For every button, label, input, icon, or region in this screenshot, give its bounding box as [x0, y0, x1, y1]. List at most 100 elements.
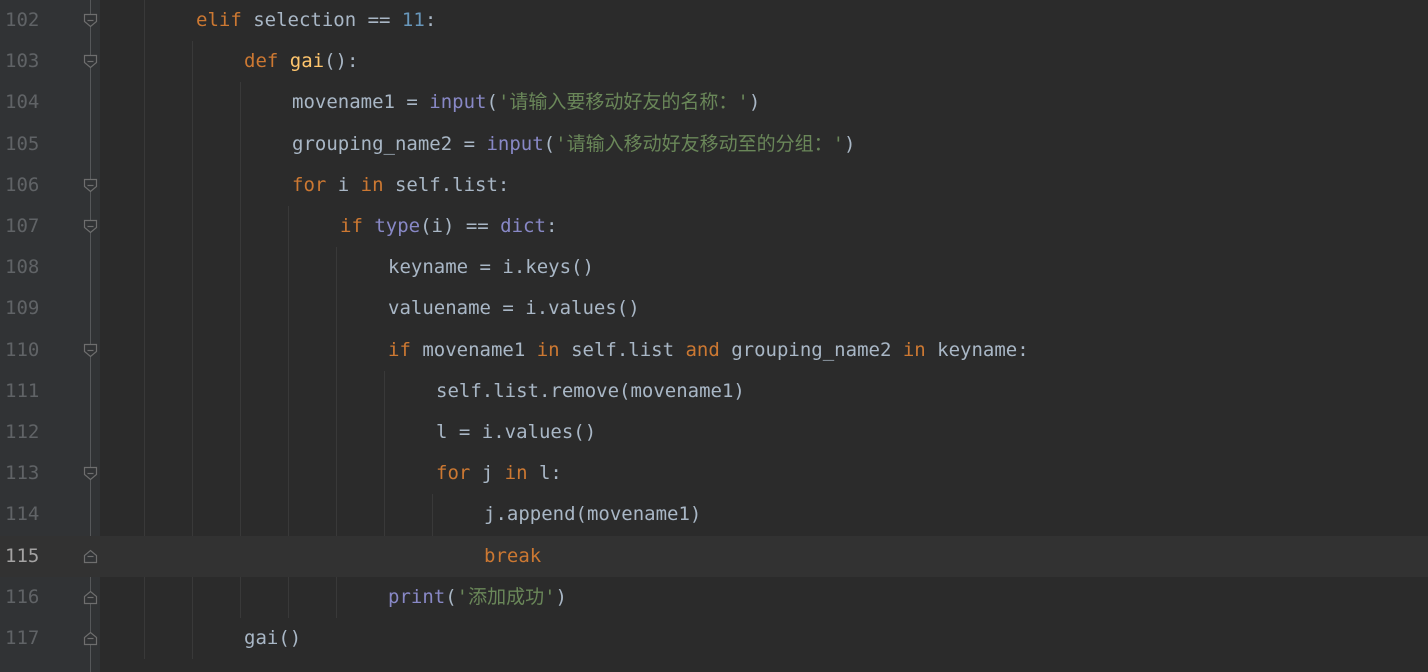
code-token: in [536, 338, 560, 361]
line-number: 104 [5, 91, 40, 114]
code-line[interactable]: 107 if type(i) == dict: [0, 206, 1428, 247]
code-token: '添加成功' [456, 585, 556, 608]
code-token: keyname: [925, 338, 1029, 361]
fold-collapse-icon[interactable] [83, 466, 98, 481]
code-token: gai [289, 50, 325, 73]
code-line[interactable]: 102 elif selection == 11: [0, 0, 1428, 41]
code-token: valuename = i.values() [388, 297, 640, 320]
line-number: 108 [5, 256, 40, 279]
code-token: : [424, 9, 437, 31]
code-text: keyname = i.keys() [388, 247, 594, 288]
code-token: self.list.remove(movename1) [436, 379, 745, 402]
code-token: elif [196, 9, 242, 31]
fold-end-icon[interactable] [83, 590, 98, 605]
line-number: 115 [5, 544, 40, 567]
code-line[interactable]: 115 break [0, 535, 1428, 577]
line-number: 105 [5, 132, 40, 155]
code-text: l = i.values() [436, 412, 596, 453]
code-line[interactable]: 104 movename1 = input('请输入要移动好友的名称：') [0, 82, 1428, 123]
code-line[interactable]: 103 def gai(): [0, 41, 1428, 82]
code-text: valuename = i.values() [388, 288, 640, 329]
code-token: '请输入移动好友移动至的分组：' [555, 132, 845, 155]
code-text: break [484, 536, 541, 577]
line-number: 109 [5, 297, 40, 320]
fold-collapse-icon[interactable] [83, 13, 98, 28]
fold-collapse-icon[interactable] [83, 343, 98, 358]
code-line[interactable]: 105 grouping_name2 = input('请输入移动好友移动至的分组… [0, 124, 1428, 165]
code-token: self.list [559, 338, 686, 361]
code-token: l = i.values() [436, 421, 597, 443]
code-token: input [486, 132, 544, 155]
code-token: ) [844, 132, 856, 155]
code-token: i [326, 173, 361, 196]
code-text: print('添加成功') [388, 577, 567, 618]
code-line[interactable]: 112 l = i.values() [0, 412, 1428, 453]
line-number: 117 [5, 627, 40, 649]
line-number: 113 [5, 462, 40, 485]
code-text: gai() [244, 618, 301, 659]
code-line[interactable]: 108 keyname = i.keys() [0, 247, 1428, 288]
code-token: if [340, 215, 375, 237]
code-token: '请输入要移动好友的名称：' [497, 91, 749, 114]
code-token: break [484, 544, 542, 567]
fold-collapse-icon[interactable] [83, 219, 98, 234]
code-token: 11 [401, 9, 425, 31]
code-token: gai() [244, 627, 302, 649]
code-line[interactable]: 113 for j in l: [0, 453, 1428, 494]
code-line[interactable]: 110 if movename1 in self.list and groupin… [0, 330, 1428, 371]
line-number: 107 [5, 215, 40, 237]
code-line[interactable]: 114 j.append(movename1) [0, 494, 1428, 535]
code-token: input [429, 91, 487, 114]
code-token: j.append(movename1) [484, 503, 702, 526]
code-token: ( [445, 585, 457, 608]
fold-end-icon[interactable] [83, 549, 98, 564]
code-token: keyname = i.keys() [388, 256, 594, 279]
code-token: in [360, 173, 384, 196]
code-token: for [292, 173, 327, 196]
code-token: (i) == [420, 215, 501, 237]
code-token: ) [748, 91, 761, 114]
code-text: if movename1 in self.list and grouping_n… [388, 330, 1029, 371]
fold-collapse-icon[interactable] [83, 178, 98, 193]
line-number: 111 [5, 379, 40, 402]
code-token: grouping_name2 = [292, 132, 487, 155]
code-text: for j in l: [436, 453, 562, 494]
code-token: in [902, 338, 926, 361]
code-token: ( [543, 132, 556, 155]
code-token: dict [500, 215, 546, 237]
code-text: self.list.remove(movename1) [436, 371, 745, 412]
code-token: movename1 [410, 338, 537, 361]
code-token: def [244, 50, 290, 73]
code-token: ( [486, 91, 498, 114]
code-token: type [374, 215, 421, 237]
code-token: grouping_name2 [719, 338, 903, 361]
code-token: and [685, 338, 720, 361]
code-editor[interactable]: 102 elif selection == 11: 103 def gai(): 104… [0, 0, 1428, 672]
fold-collapse-icon[interactable] [83, 54, 98, 69]
line-number: 112 [5, 421, 40, 443]
line-number: 114 [5, 503, 40, 526]
code-token: self.list: [383, 173, 510, 196]
code-line[interactable]: 116 print('添加成功') [0, 577, 1428, 618]
code-text: def gai(): [244, 41, 358, 82]
code-line[interactable]: 117 gai() [0, 618, 1428, 659]
code-text: if type(i) == dict: [340, 206, 557, 247]
line-number: 110 [5, 338, 40, 361]
line-number: 102 [5, 9, 40, 31]
code-line[interactable]: 106 for i in self.list: [0, 165, 1428, 206]
code-token: ) [555, 585, 567, 608]
code-token: j [470, 462, 505, 485]
code-token: print [388, 585, 446, 608]
fold-end-icon[interactable] [83, 631, 98, 646]
code-token: if [388, 338, 411, 361]
code-line[interactable]: 111 self.list.remove(movename1) [0, 371, 1428, 412]
code-text: movename1 = input('请输入要移动好友的名称：') [292, 82, 760, 123]
line-number: 103 [5, 50, 40, 73]
code-text: grouping_name2 = input('请输入移动好友移动至的分组：') [292, 124, 855, 165]
code-text: for i in self.list: [292, 165, 509, 206]
code-token: l: [527, 462, 562, 485]
code-token: (): [324, 50, 359, 73]
code-text: elif selection == 11: [196, 0, 436, 41]
code-text: j.append(movename1) [484, 494, 701, 535]
code-line[interactable]: 109 valuename = i.values() [0, 288, 1428, 329]
